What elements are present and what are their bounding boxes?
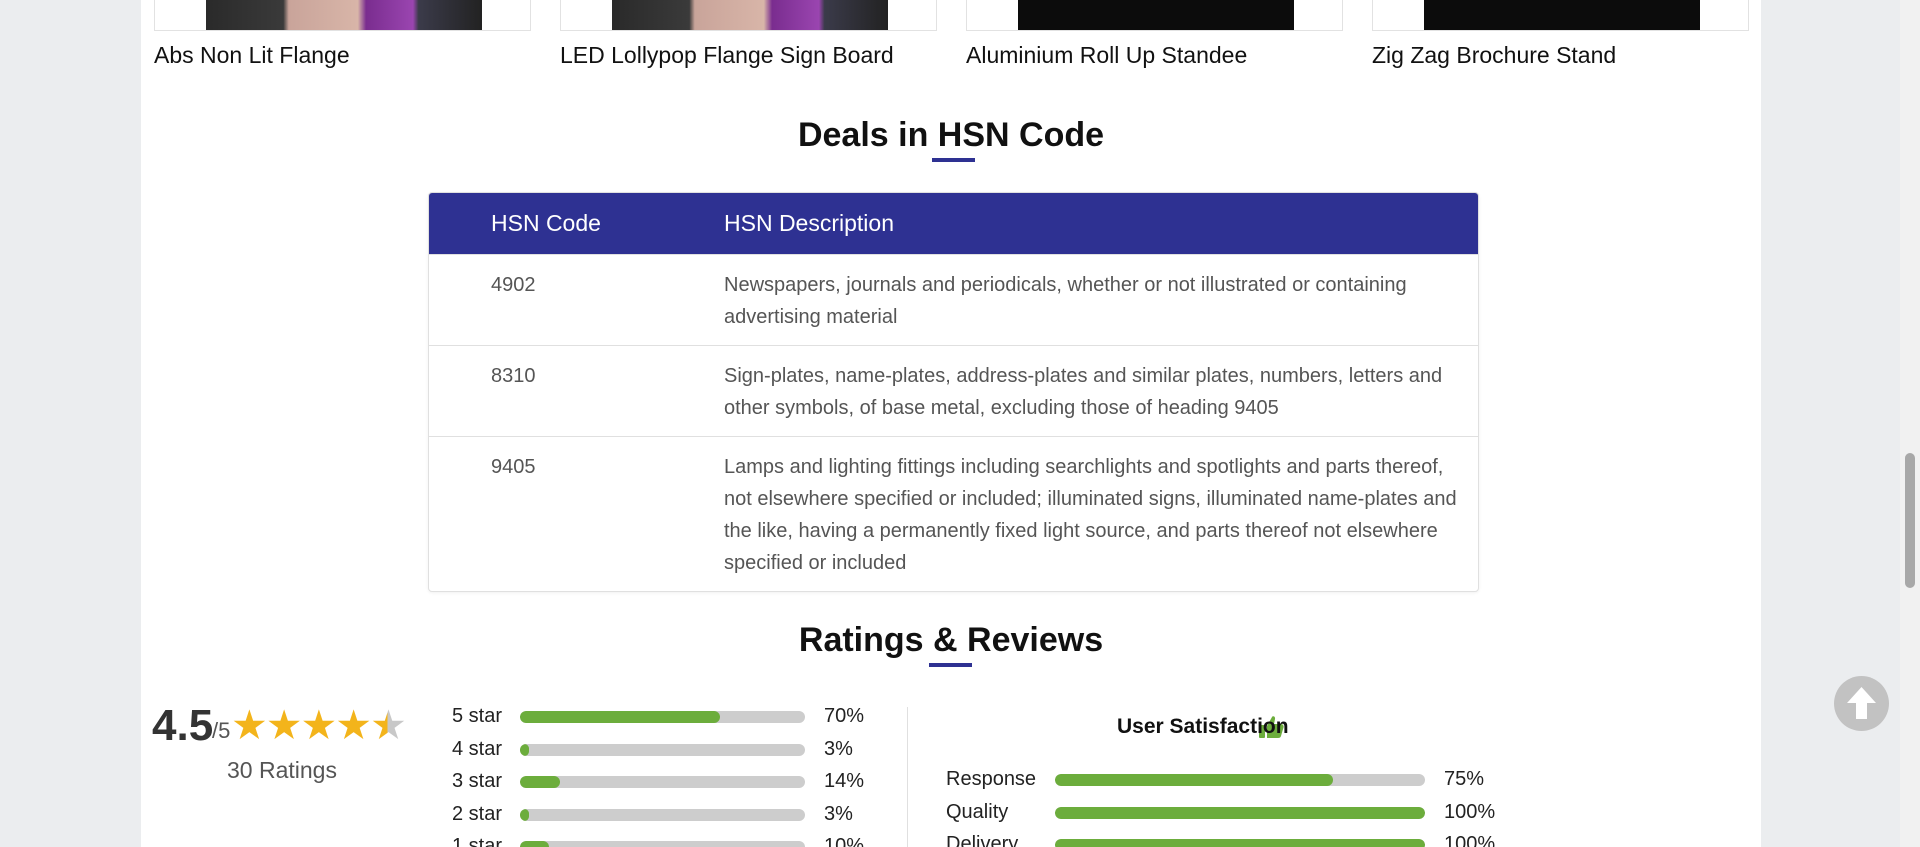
satisfaction-progress-bar — [1055, 807, 1425, 819]
hsn-desc-cell: Lamps and lighting fittings including se… — [724, 456, 1457, 574]
product-card[interactable] — [154, 0, 531, 31]
star-icon: ★ — [231, 702, 268, 748]
rating-scale: /5 — [212, 718, 231, 743]
product-image[interactable] — [1424, 0, 1700, 30]
product-card[interactable] — [1372, 0, 1749, 31]
rating-progress-bar — [520, 711, 805, 723]
hsn-code-header: HSN Code — [491, 210, 601, 236]
product-card[interactable] — [560, 0, 937, 31]
hsn-desc-cell: Sign-plates, name-plates, address-plates… — [724, 365, 1443, 419]
satisfaction-percent: 75% — [1444, 768, 1485, 790]
title-underline — [929, 663, 972, 667]
hsn-code-cell: 4902 — [491, 274, 536, 296]
hsn-desc-header: HSN Description — [724, 210, 894, 236]
hsn-code-cell: 9405 — [491, 456, 536, 478]
ratings-count: 30 Ratings — [227, 757, 337, 783]
table-row: 8310 Sign-plates, name-plates, address-p… — [429, 345, 1478, 436]
scroll-to-top-button[interactable] — [1834, 676, 1889, 731]
satisfaction-percent: 100% — [1444, 801, 1496, 823]
title-underline — [932, 158, 975, 162]
user-satisfaction-title: User Satisfaction — [1117, 715, 1289, 738]
hsn-table: HSN Code HSN Description 4902 Newspapers… — [428, 192, 1479, 592]
page-content: Abs Non Lit Flange LED Lollypop Flange S… — [141, 0, 1761, 847]
table-row: 9405 Lamps and lighting fittings includi… — [429, 436, 1478, 591]
hsn-section-title: Deals in HSN Code — [797, 116, 1105, 154]
star-icon: ★ — [265, 702, 303, 748]
arrow-up-icon — [1847, 687, 1876, 719]
rating-progress-bar — [520, 776, 805, 788]
product-title-link[interactable]: Zig Zag Brochure Stand — [1372, 42, 1616, 69]
satisfaction-progress-fill — [1055, 839, 1425, 847]
rating-progress-fill — [520, 809, 529, 821]
rating-breakdown-percent: 10% — [824, 835, 865, 847]
star-icon: ★ — [300, 702, 338, 748]
average-rating: 4.5 — [152, 701, 214, 750]
satisfaction-label: Delivery — [946, 833, 1019, 847]
product-title-link[interactable]: Abs Non Lit Flange — [154, 42, 350, 69]
rating-progress-bar — [520, 841, 805, 847]
scrollbar-thumb[interactable] — [1905, 453, 1915, 588]
satisfaction-progress-fill — [1055, 807, 1425, 819]
rating-progress-fill — [520, 711, 720, 723]
rating-progress-fill — [520, 841, 549, 847]
satisfaction-progress-bar — [1055, 839, 1425, 847]
rating-progress-bar — [520, 744, 805, 756]
rating-breakdown-percent: 70% — [824, 705, 865, 727]
satisfaction-progress-bar — [1055, 774, 1425, 786]
product-image[interactable] — [612, 0, 888, 30]
rating-breakdown-percent: 3% — [824, 803, 853, 825]
half-star-icon: ★ — [370, 702, 407, 748]
satisfaction-label: Quality — [946, 801, 1009, 823]
hsn-code-cell: 8310 — [491, 365, 536, 387]
divider — [907, 707, 908, 847]
product-image[interactable] — [1018, 0, 1294, 30]
rating-progress-fill — [520, 744, 529, 756]
rating-progress-fill — [520, 776, 560, 788]
hsn-desc-cell: Newspapers, journals and periodicals, wh… — [724, 274, 1407, 328]
product-title-link[interactable]: Aluminium Roll Up Standee — [966, 42, 1247, 69]
product-title-link[interactable]: LED Lollypop Flange Sign Board — [560, 42, 894, 69]
ratings-section-title: Ratings & Reviews — [798, 621, 1104, 659]
rating-breakdown-label: 1 star — [452, 835, 503, 847]
rating-breakdown-percent: 3% — [824, 738, 853, 760]
table-row: 4902 Newspapers, journals and periodical… — [429, 254, 1478, 345]
rating-breakdown-label: 5 star — [452, 705, 503, 727]
rating-progress-bar — [520, 809, 805, 821]
product-card[interactable] — [966, 0, 1343, 31]
page-scrollbar[interactable] — [1900, 0, 1920, 847]
star-icon: ★ — [335, 702, 372, 748]
product-image[interactable] — [206, 0, 482, 30]
satisfaction-label: Response — [946, 768, 1037, 790]
satisfaction-percent: 100% — [1444, 833, 1496, 847]
star-rating: ★★★★★ — [231, 702, 407, 748]
rating-breakdown-label: 4 star — [452, 738, 503, 760]
rating-breakdown-label: 2 star — [452, 803, 503, 825]
hsn-table-header: HSN Code HSN Description — [429, 193, 1478, 254]
rating-breakdown-label: 3 star — [452, 770, 503, 792]
rating-breakdown-percent: 14% — [824, 770, 865, 792]
satisfaction-progress-fill — [1055, 774, 1333, 786]
